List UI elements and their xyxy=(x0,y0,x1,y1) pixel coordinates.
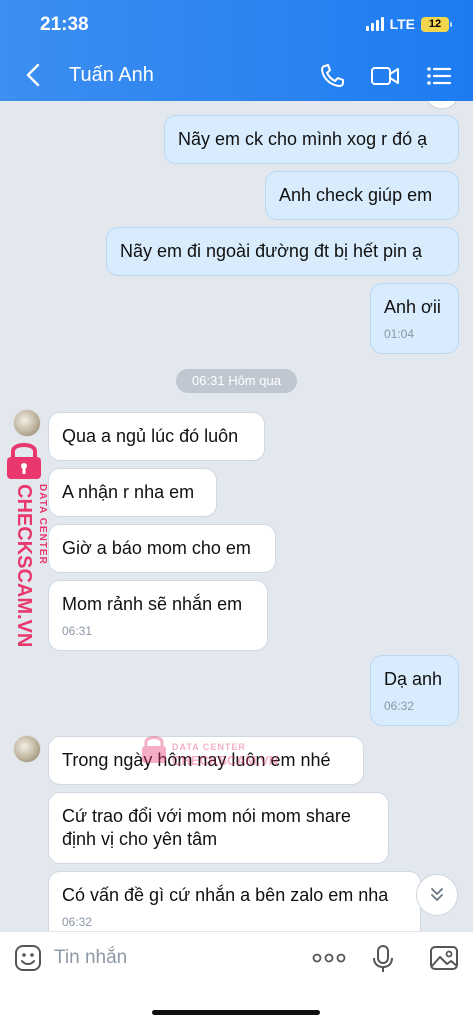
message-bubble[interactable]: Qua a ngủ lúc đó luôn xyxy=(48,412,265,461)
phone-icon[interactable] xyxy=(318,62,348,90)
message-text: A nhận r nha em xyxy=(62,482,195,502)
message-text: Có vấn đề gì cứ nhắn a bên zalo em nha xyxy=(62,885,389,905)
message-bubble[interactable]: Có vấn đề gì cứ nhắn a bên zalo em nha 0… xyxy=(48,871,421,931)
message-bubble[interactable]: Anh check giúp em xyxy=(265,171,459,220)
message-text: Qua a ngủ lúc đó luôn xyxy=(62,426,239,446)
contact-name[interactable]: Tuấn Anh xyxy=(69,64,154,87)
signal-icon xyxy=(365,17,384,31)
watermark-logo: DATA CENTER CHECKSCAM.VN xyxy=(142,736,278,768)
battery-icon: 12 xyxy=(421,16,452,32)
watermark-text: CHECKSCAM.VN xyxy=(172,753,278,768)
message-time: 06:32 xyxy=(384,699,415,713)
watermark-text: CHECKSCAM.VN xyxy=(13,484,35,647)
message-text: Nãy em ck cho mình xog r đó ạ xyxy=(178,129,428,149)
home-indicator xyxy=(152,1010,320,1015)
message-composer: Tin nhắn xyxy=(0,931,473,1024)
message-list[interactable]: Nãy em ck cho mình xog r đó ạ Anh check … xyxy=(0,101,473,931)
message-bubble[interactable]: Nãy em ck cho mình xog r đó ạ xyxy=(164,115,459,164)
back-icon[interactable] xyxy=(22,62,46,88)
message-text: Anh check giúp em xyxy=(279,185,433,205)
watermark-logo: CHECKSCAM.VN DATA CENTER xyxy=(7,443,48,647)
status-time: 21:38 xyxy=(40,14,89,35)
message-bubble[interactable]: Cứ trao đổi với mom nói mom share định v… xyxy=(48,792,389,864)
scroll-to-bottom-button[interactable] xyxy=(416,874,458,916)
watermark-subtext: DATA CENTER xyxy=(37,484,48,565)
message-text: định vị cho yên tâm xyxy=(62,829,218,849)
message-time: 01:04 xyxy=(384,327,415,341)
message-text: Mom rảnh sẽ nhắn em xyxy=(62,594,243,614)
chat-header: 21:38 LTE 12 Tuấn Anh xyxy=(0,0,473,101)
message-text: Cứ trao đổi với mom nói mom share xyxy=(62,806,351,826)
message-input[interactable]: Tin nhắn xyxy=(54,947,127,969)
image-icon[interactable] xyxy=(429,944,459,972)
more-icon[interactable] xyxy=(312,952,346,964)
status-indicators: LTE 12 xyxy=(365,16,452,32)
message-time: 06:32 xyxy=(62,915,93,929)
date-separator: 06:31 Hôm qua xyxy=(176,369,297,393)
message-time: 06:31 xyxy=(62,624,93,638)
message-text: Giờ a báo mom cho em xyxy=(62,538,251,558)
scroll-up-handle[interactable] xyxy=(425,101,459,109)
message-bubble[interactable]: Anh ơii 01:04 xyxy=(370,283,459,354)
message-bubble[interactable]: Mom rảnh sẽ nhắn em 06:31 xyxy=(48,580,268,651)
message-text: Dạ anh xyxy=(384,669,443,689)
message-bubble[interactable]: Dạ anh 06:32 xyxy=(370,655,459,726)
message-text: Nãy em đi ngoài đường đt bị hết pin ạ xyxy=(120,241,423,261)
chevron-down-icon xyxy=(431,888,443,901)
avatar[interactable] xyxy=(13,735,41,763)
microphone-icon[interactable] xyxy=(372,944,394,974)
avatar[interactable] xyxy=(13,409,41,437)
network-label: LTE xyxy=(389,16,415,32)
message-bubble[interactable]: Giờ a báo mom cho em xyxy=(48,524,276,573)
sticker-icon[interactable] xyxy=(14,944,42,972)
menu-list-icon[interactable] xyxy=(424,62,454,90)
watermark-subtext: DATA CENTER xyxy=(172,742,246,752)
message-bubble[interactable]: Nãy em đi ngoài đường đt bị hết pin ạ xyxy=(106,227,459,276)
message-text: Anh ơii xyxy=(384,297,441,317)
video-call-icon[interactable] xyxy=(370,62,400,90)
message-bubble[interactable]: A nhận r nha em xyxy=(48,468,217,517)
